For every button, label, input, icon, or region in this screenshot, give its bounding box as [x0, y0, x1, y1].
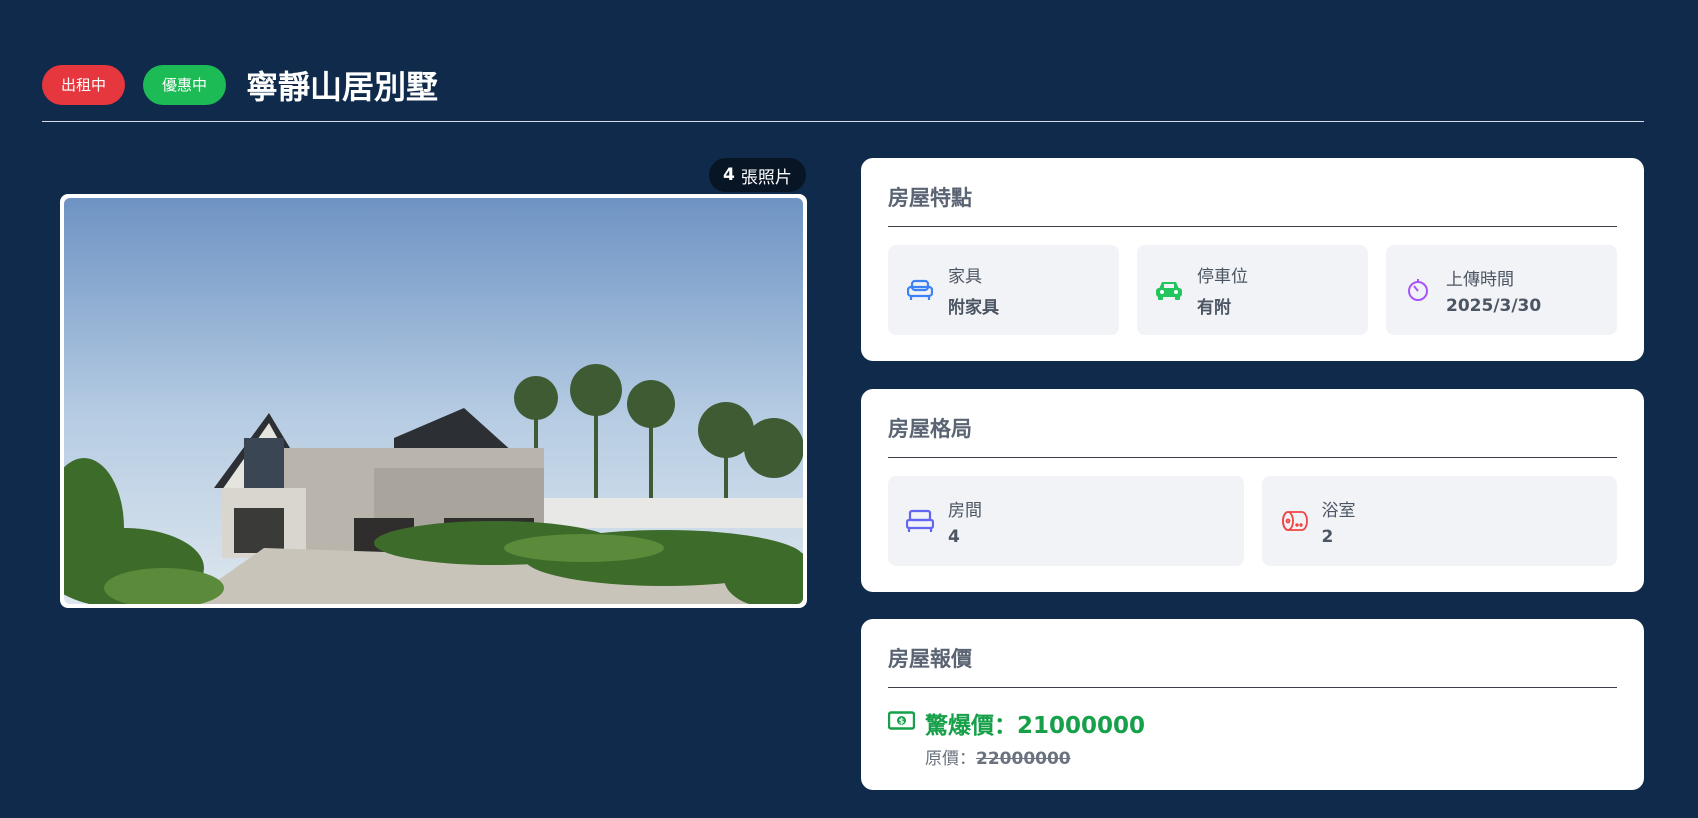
feature-label: 上傳時間: [1446, 269, 1514, 290]
features-card: 房屋特點 家具 附家具 停車位 有附 上傳時間 2025/3/30: [861, 158, 1644, 361]
special-price-label: 驚爆價：: [925, 713, 1017, 739]
photo-gallery[interactable]: [60, 194, 807, 608]
photo-count-badge[interactable]: 4 張照片: [709, 158, 806, 192]
special-price-value: 21000000: [1017, 713, 1146, 739]
money-bill-icon: $: [887, 710, 916, 736]
layout-value: 4: [948, 526, 960, 547]
original-price-value: 22000000: [976, 749, 1071, 769]
feature-furniture: 家具 附家具: [888, 245, 1119, 335]
layout-rooms: 房間 4: [888, 476, 1244, 566]
feature-value: 有附: [1197, 298, 1231, 318]
features-title: 房屋特點: [888, 182, 1617, 227]
house-photo[interactable]: [64, 198, 803, 604]
discount-badge: 優惠中: [143, 64, 227, 105]
timer-icon: [1404, 276, 1432, 304]
page-header: 出租中 優惠中 寧靜山居別墅: [42, 56, 1644, 122]
layout-card: 房屋格局 房間 4 浴室 2: [861, 389, 1644, 592]
layout-title: 房屋格局: [888, 413, 1617, 458]
original-price: 原價：22000000: [925, 744, 1617, 769]
status-badge: 出租中: [42, 64, 126, 105]
toilet-paper-icon: [1280, 507, 1308, 535]
page-title: 寧靜山居別墅: [246, 67, 439, 106]
original-price-label: 原價：: [925, 749, 976, 769]
layout-value: 2: [1321, 526, 1334, 547]
feature-value: 附家具: [948, 298, 999, 318]
layout-bathrooms: 浴室 2: [1261, 476, 1617, 566]
pricing-card: 房屋報價 $ 驚爆價：21000000 原價：22000000: [861, 619, 1644, 790]
pricing-title: 房屋報價: [888, 643, 1617, 688]
feature-upload-time: 上傳時間 2025/3/30: [1386, 245, 1617, 335]
feature-value: 2025/3/30: [1446, 295, 1542, 316]
photo-count-number: 4: [723, 165, 735, 185]
layout-label: 房間: [948, 500, 982, 521]
layout-label: 浴室: [1321, 500, 1356, 521]
car-icon: [1155, 276, 1183, 304]
feature-parking: 停車位 有附: [1137, 245, 1368, 335]
bed-icon: [906, 507, 934, 535]
special-price: $ 驚爆價：21000000: [887, 706, 1617, 740]
feature-label: 家具: [948, 267, 982, 287]
photo-count-label: 張照片: [740, 167, 792, 188]
svg-text:$: $: [899, 717, 905, 726]
sofa-icon: [906, 276, 934, 304]
feature-label: 停車位: [1197, 267, 1248, 287]
